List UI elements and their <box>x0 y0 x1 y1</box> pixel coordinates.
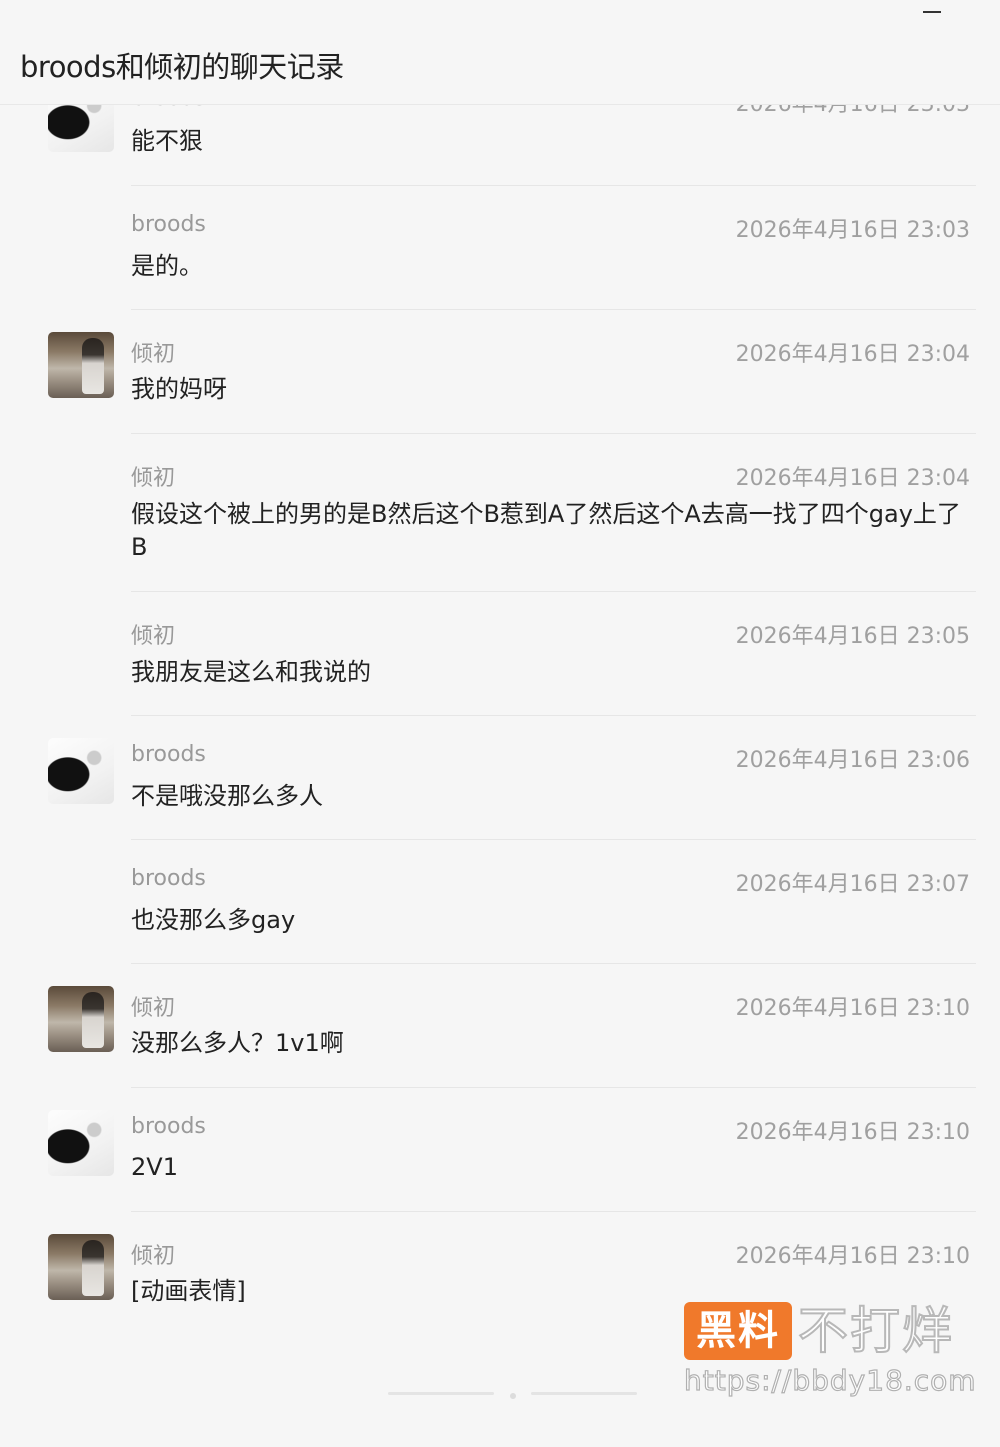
message-time: 2026年4月16日 23:03 <box>735 218 970 243</box>
chat-history-window: broods 2026年4月16日 23:03 能不狠 broods 2026年… <box>0 0 1000 1447</box>
message-divider <box>131 309 976 310</box>
minimize-button[interactable] <box>918 4 948 24</box>
watermark-text: 不打烊 <box>797 1301 954 1361</box>
avatar[interactable] <box>48 1234 114 1300</box>
message-divider <box>131 963 976 964</box>
scrollbar-thumb[interactable] <box>510 1393 516 1399</box>
message-text: 是的。 <box>131 252 203 280</box>
title-bar: broods和倾初的聊天记录 <box>0 0 1000 105</box>
message-divider <box>131 185 976 186</box>
avatar[interactable] <box>48 738 114 804</box>
message-time: 2026年4月16日 23:10 <box>735 996 970 1021</box>
message-time: 2026年4月16日 23:07 <box>735 872 970 897</box>
message-sender: 倾初 <box>131 466 176 491</box>
message-time: 2026年4月16日 23:10 <box>735 1244 970 1269</box>
message-text: 我的妈呀 <box>131 375 227 403</box>
watermark-badge: 黑料 <box>684 1302 792 1360</box>
message-text: 也没那么多gay <box>131 906 296 934</box>
watermark-url: https://bbdy18.com <box>683 1363 977 1397</box>
message-sender: broods <box>131 1114 206 1139</box>
message-text: 没那么多人？1v1啊 <box>131 1029 344 1057</box>
message-divider <box>131 839 976 840</box>
message-divider <box>131 715 976 716</box>
message-sender: broods <box>131 866 206 891</box>
message-text: 2V1 <box>131 1153 178 1181</box>
message-text: 我朋友是这么和我说的 <box>131 658 371 686</box>
watermark: 黑料 不打烊 https://bbdy18.com <box>683 1301 977 1402</box>
message-divider <box>131 591 976 592</box>
scrollbar-track-left[interactable] <box>388 1392 494 1395</box>
message-sender: 倾初 <box>131 624 176 649</box>
message-sender: 倾初 <box>131 342 176 367</box>
message-sender: 倾初 <box>131 1244 176 1269</box>
message-sender: broods <box>131 212 206 237</box>
avatar[interactable] <box>48 986 114 1052</box>
message-sender: 倾初 <box>131 996 176 1021</box>
message-time: 2026年4月16日 23:05 <box>735 624 970 649</box>
avatar[interactable] <box>48 1110 114 1176</box>
message-time: 2026年4月16日 23:10 <box>735 1120 970 1145</box>
message-text: 假设这个被上的男的是B然后这个B惹到A了然后这个A去高一找了四个gay上了B <box>131 500 961 561</box>
scrollbar-track-right[interactable] <box>531 1392 637 1395</box>
message-divider <box>131 1087 976 1088</box>
message-time: 2026年4月16日 23:06 <box>735 748 970 773</box>
message-text: 不是哦没那么多人 <box>131 782 323 810</box>
message-text: 能不狠 <box>131 127 203 155</box>
message-divider <box>131 433 976 434</box>
message-time: 2026年4月16日 23:04 <box>735 342 970 367</box>
avatar[interactable] <box>48 332 114 398</box>
window-title: broods和倾初的聊天记录 <box>20 50 344 84</box>
message-sender: broods <box>131 742 206 767</box>
message-divider <box>131 1211 976 1212</box>
message-time: 2026年4月16日 23:04 <box>735 466 970 491</box>
